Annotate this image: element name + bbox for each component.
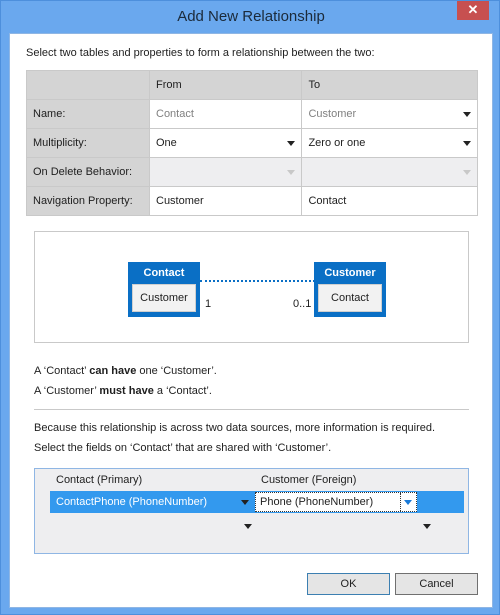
- text: A ‘Contact’: [34, 365, 90, 377]
- chevron-down-icon[interactable]: [423, 524, 431, 529]
- summary-sentence-2: A ‘Customer’ must have a ‘Contact’.: [34, 385, 212, 397]
- dialog-title: Add New Relationship: [177, 8, 325, 25]
- to-name-select[interactable]: Customer: [301, 99, 478, 129]
- info-text-1: Because this relationship is across two …: [34, 422, 436, 434]
- to-on-delete-select: [301, 157, 478, 187]
- mapping-row-selected[interactable]: ContactPhone (PhoneNumber) Phone (PhoneN…: [50, 491, 464, 513]
- name-label: Name:: [26, 99, 150, 129]
- relationship-grid: From To Name: Contact Customer Multiplic…: [26, 70, 478, 216]
- divider: [34, 409, 469, 410]
- dialog-body: Select two tables and properties to form…: [9, 33, 493, 608]
- emphasis: can have: [89, 365, 137, 377]
- dialog-window: Add New Relationship ✕ Select two tables…: [0, 0, 500, 615]
- from-multiplicity-select[interactable]: One: [148, 128, 303, 158]
- from-name-field: Contact: [148, 99, 303, 129]
- field-mapping-grid: Contact (Primary) Customer (Foreign) Con…: [34, 468, 469, 554]
- chevron-down-icon: [404, 500, 412, 505]
- chevron-down-icon: [463, 170, 471, 175]
- relationship-diagram: Contact Customer 1 0..1 Customer Contact: [34, 231, 469, 343]
- chevron-down-icon: [287, 141, 296, 146]
- left-multiplicity: 1: [205, 298, 212, 310]
- to-multiplicity-value: Zero or one: [308, 137, 366, 149]
- chevron-down-icon: [463, 112, 471, 117]
- to-multiplicity-select[interactable]: Zero or one: [301, 128, 478, 158]
- foreign-field-value: Phone (PhoneNumber): [260, 496, 374, 508]
- to-navigation-input[interactable]: Contact: [301, 186, 478, 216]
- dropdown-button[interactable]: [400, 493, 416, 511]
- foreign-field-select[interactable]: Phone (PhoneNumber): [255, 492, 417, 512]
- entity-property: Customer: [132, 284, 196, 312]
- close-icon: ✕: [467, 2, 479, 17]
- relationship-line: [200, 280, 315, 282]
- chevron-down-icon[interactable]: [244, 524, 252, 529]
- from-on-delete-select: [148, 157, 303, 187]
- ok-button[interactable]: OK: [307, 573, 390, 595]
- text: a ‘Contact’.: [153, 385, 212, 397]
- right-multiplicity: 0..1: [293, 298, 312, 310]
- chevron-down-icon: [241, 500, 249, 505]
- entity-customer: Customer Contact: [314, 262, 386, 317]
- entity-name: Customer: [324, 267, 376, 279]
- entity-contact: Contact Customer: [128, 262, 200, 317]
- info-text-2: Select the fields on ‘Contact’ that are …: [34, 442, 332, 454]
- to-name-value: Customer: [308, 108, 357, 120]
- text: one ‘Customer’.: [136, 365, 217, 377]
- chevron-down-icon: [463, 141, 471, 146]
- emphasis: must have: [99, 385, 154, 397]
- title-bar: Add New Relationship ✕: [1, 1, 500, 33]
- primary-header: Contact (Primary): [56, 474, 143, 486]
- primary-field-value: ContactPhone (PhoneNumber): [56, 496, 208, 508]
- from-multiplicity-value: One: [156, 137, 177, 149]
- navigation-property-label: Navigation Property:: [26, 186, 150, 216]
- summary-sentence-1: A ‘Contact’ can have one ‘Customer’.: [34, 365, 217, 377]
- from-header: From: [148, 70, 303, 100]
- instruction-text: Select two tables and properties to form…: [26, 47, 375, 59]
- close-button[interactable]: ✕: [457, 1, 489, 20]
- cancel-button[interactable]: Cancel: [395, 573, 478, 595]
- to-header: To: [301, 70, 478, 100]
- from-navigation-input[interactable]: Customer: [148, 186, 303, 216]
- entity-name: Contact: [143, 267, 185, 279]
- entity-property: Contact: [318, 284, 382, 312]
- foreign-header: Customer (Foreign): [261, 474, 357, 486]
- grid-corner: [26, 70, 150, 100]
- text: A ‘Customer’: [34, 385, 100, 397]
- on-delete-label: On Delete Behavior:: [26, 157, 150, 187]
- primary-field-select[interactable]: ContactPhone (PhoneNumber): [50, 491, 253, 513]
- multiplicity-label: Multiplicity:: [26, 128, 150, 158]
- chevron-down-icon: [287, 170, 296, 175]
